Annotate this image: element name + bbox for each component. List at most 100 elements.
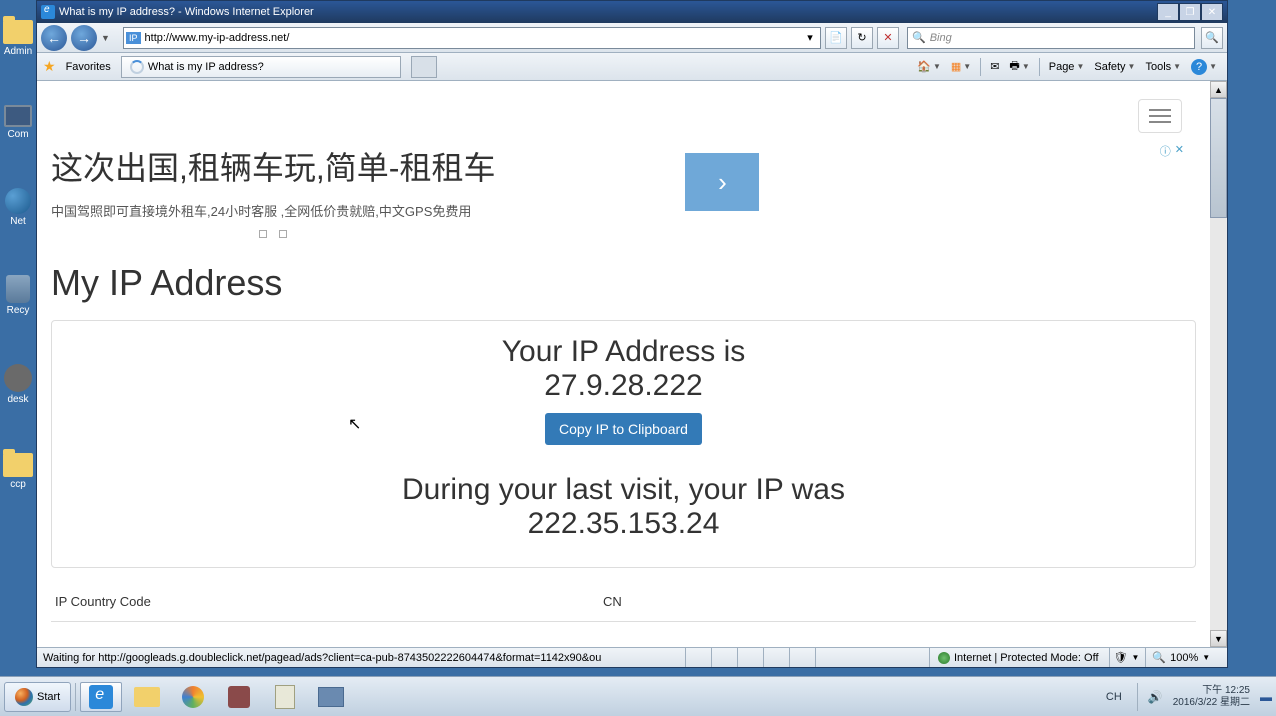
scroll-down-button[interactable]: ▼ xyxy=(1210,630,1227,647)
help-button[interactable]: ?▼ xyxy=(1187,57,1221,77)
feeds-button[interactable]: ▦▼ xyxy=(947,58,975,75)
taskbar-app1[interactable] xyxy=(218,682,260,712)
row-key: IP Country Code xyxy=(55,594,603,609)
scroll-thumb[interactable] xyxy=(1210,98,1227,218)
url-text: http://www.my-ip-address.net/ xyxy=(145,32,290,44)
scroll-up-button[interactable]: ▲ xyxy=(1210,81,1227,98)
protected-mode-toggle[interactable]: 🛡▼ xyxy=(1109,648,1144,667)
search-icon: 🔍 xyxy=(912,31,926,44)
desktop-icon-desk[interactable]: desk xyxy=(4,364,32,405)
recent-dropdown[interactable]: ▼ xyxy=(101,33,119,43)
loading-spinner-icon xyxy=(130,60,144,74)
status-cell xyxy=(685,648,709,667)
security-zone[interactable]: Internet | Protected Mode: Off xyxy=(929,648,1107,667)
titlebar[interactable]: What is my IP address? - Windows Interne… xyxy=(37,1,1227,23)
ie-icon xyxy=(89,685,113,709)
back-button[interactable]: ← xyxy=(41,25,67,51)
site-badge: IP xyxy=(126,32,141,44)
app-icon xyxy=(228,686,250,708)
desktop-icon-network[interactable]: Net xyxy=(5,188,31,227)
refresh-button[interactable]: ↻ xyxy=(851,27,873,49)
close-button[interactable]: ✕ xyxy=(1201,3,1223,21)
stop-button[interactable]: ✕ xyxy=(877,27,899,49)
page-content: 这次出国,租辆车玩,简单-租租车 中国驾照即可直接境外租车,24小时客服 ,全网… xyxy=(37,81,1210,647)
new-tab-button[interactable] xyxy=(411,56,437,78)
ip-value: 27.9.28.222 xyxy=(72,369,1175,403)
scroll-track[interactable] xyxy=(1210,218,1227,630)
taskbar: Start CH 🔊 下午 12:25 2016/3/22 星期二 ▬ xyxy=(0,676,1276,716)
ad-banner[interactable]: 这次出国,租辆车玩,简单-租租车 中国驾照即可直接境外租车,24小时客服 ,全网… xyxy=(51,143,1196,238)
safety-menu[interactable]: Safety▼ xyxy=(1090,59,1139,75)
status-text: Waiting for http://googleads.g.doublecli… xyxy=(41,652,683,664)
status-cell xyxy=(711,648,735,667)
ad-close[interactable]: ⓘ✕ xyxy=(1160,143,1184,159)
progress-cell xyxy=(815,648,927,667)
notepad-icon xyxy=(275,685,295,709)
vertical-scrollbar[interactable]: ▲ ▼ xyxy=(1210,81,1227,647)
ie-window: What is my IP address? - Windows Interne… xyxy=(36,0,1228,668)
taskbar-ie[interactable] xyxy=(80,682,122,712)
ip-label: Your IP Address is xyxy=(72,335,1175,369)
search-placeholder: Bing xyxy=(930,32,952,44)
taskbar-wmp[interactable] xyxy=(172,682,214,712)
home-button[interactable]: 🏠▼ xyxy=(913,58,945,75)
tab-title: What is my IP address? xyxy=(148,61,264,73)
folder-icon xyxy=(134,687,160,707)
taskbar-notepad[interactable] xyxy=(264,682,306,712)
tools-menu[interactable]: Tools▼ xyxy=(1141,59,1185,75)
desktop-icon-ccp[interactable]: ccp xyxy=(3,453,33,490)
show-desktop-button[interactable]: ▬ xyxy=(1260,690,1272,704)
url-dropdown[interactable]: ▾ xyxy=(802,31,818,44)
hamburger-menu[interactable] xyxy=(1138,99,1182,133)
zoom-control[interactable]: 🔍 100% ▼ xyxy=(1145,648,1216,667)
taskbar-explorer[interactable] xyxy=(126,682,168,712)
volume-icon[interactable]: 🔊 xyxy=(1148,690,1163,704)
forward-button[interactable]: → xyxy=(71,25,97,51)
desktop-icon-recycle[interactable]: Recy xyxy=(6,275,30,316)
zoom-value: 100% xyxy=(1170,652,1198,664)
home-icon: 🏠 xyxy=(917,60,931,73)
address-bar[interactable]: IP http://www.my-ip-address.net/ ▾ xyxy=(123,27,821,49)
language-indicator[interactable]: CH xyxy=(1101,688,1127,706)
maximize-button[interactable]: ❐ xyxy=(1179,3,1201,21)
print-button[interactable]: 🖶▼ xyxy=(1005,55,1033,78)
desktop-icon-computer[interactable]: Com xyxy=(4,105,32,140)
ad-subtitle: 中国驾照即可直接境外租车,24小时客服 ,全网低价贵就赔,中文GPS免费用 xyxy=(51,201,495,220)
search-bar[interactable]: 🔍 Bing xyxy=(907,27,1195,49)
page-heading: My IP Address xyxy=(51,262,1196,304)
content-area: 这次出国,租辆车玩,简单-租租车 中国驾照即可直接境外租车,24小时客服 ,全网… xyxy=(37,81,1227,647)
clock[interactable]: 下午 12:25 2016/3/22 星期二 xyxy=(1173,685,1250,709)
wmp-icon xyxy=(182,686,204,708)
read-mail-button[interactable]: ✉ xyxy=(986,58,1003,75)
adchoices-icon: ⓘ xyxy=(1160,143,1171,159)
status-cell xyxy=(763,648,787,667)
favorites-label[interactable]: Favorites xyxy=(66,61,111,73)
system-tray: CH 🔊 下午 12:25 2016/3/22 星期二 ▬ xyxy=(1101,683,1272,711)
compat-view-button[interactable]: 📄 xyxy=(825,27,847,49)
rss-icon: ▦ xyxy=(951,60,961,73)
command-bar: 🏠▼ ▦▼ ✉ 🖶▼ Page▼ Safety▼ Tools▼ ?▼ xyxy=(913,55,1221,78)
last-ip-value: 222.35.153.24 xyxy=(72,507,1175,541)
page-menu[interactable]: Page▼ xyxy=(1045,59,1089,75)
desktop-icon-admin[interactable]: Admin xyxy=(3,20,33,57)
ad-next-button[interactable]: › xyxy=(685,153,759,211)
print-icon: 🖶 xyxy=(1009,57,1019,76)
favorites-star-icon[interactable]: ★ xyxy=(43,58,56,75)
ad-pagination xyxy=(51,230,495,238)
copy-ip-button[interactable]: Copy IP to Clipboard xyxy=(545,413,702,445)
close-ad-icon[interactable]: ✕ xyxy=(1175,143,1184,159)
start-button[interactable]: Start xyxy=(4,682,71,712)
server-icon xyxy=(318,687,344,707)
tab-active[interactable]: What is my IP address? xyxy=(121,56,401,78)
ip-panel: Your IP Address is 27.9.28.222 Copy IP t… xyxy=(51,320,1196,568)
last-ip-label: During your last visit, your IP was xyxy=(72,473,1175,507)
search-go-button[interactable]: 🔍 xyxy=(1201,27,1223,49)
shield-icon: 🛡 xyxy=(1114,651,1128,664)
status-bar: Waiting for http://googleads.g.doublecli… xyxy=(37,647,1227,667)
minimize-button[interactable]: _ xyxy=(1157,3,1179,21)
internet-zone-icon xyxy=(938,652,950,664)
taskbar-server[interactable] xyxy=(310,682,352,712)
row-value: CN xyxy=(603,594,622,609)
nav-toolbar: ← → ▼ IP http://www.my-ip-address.net/ ▾… xyxy=(37,23,1227,53)
zoom-icon: 🔍 xyxy=(1152,651,1166,664)
